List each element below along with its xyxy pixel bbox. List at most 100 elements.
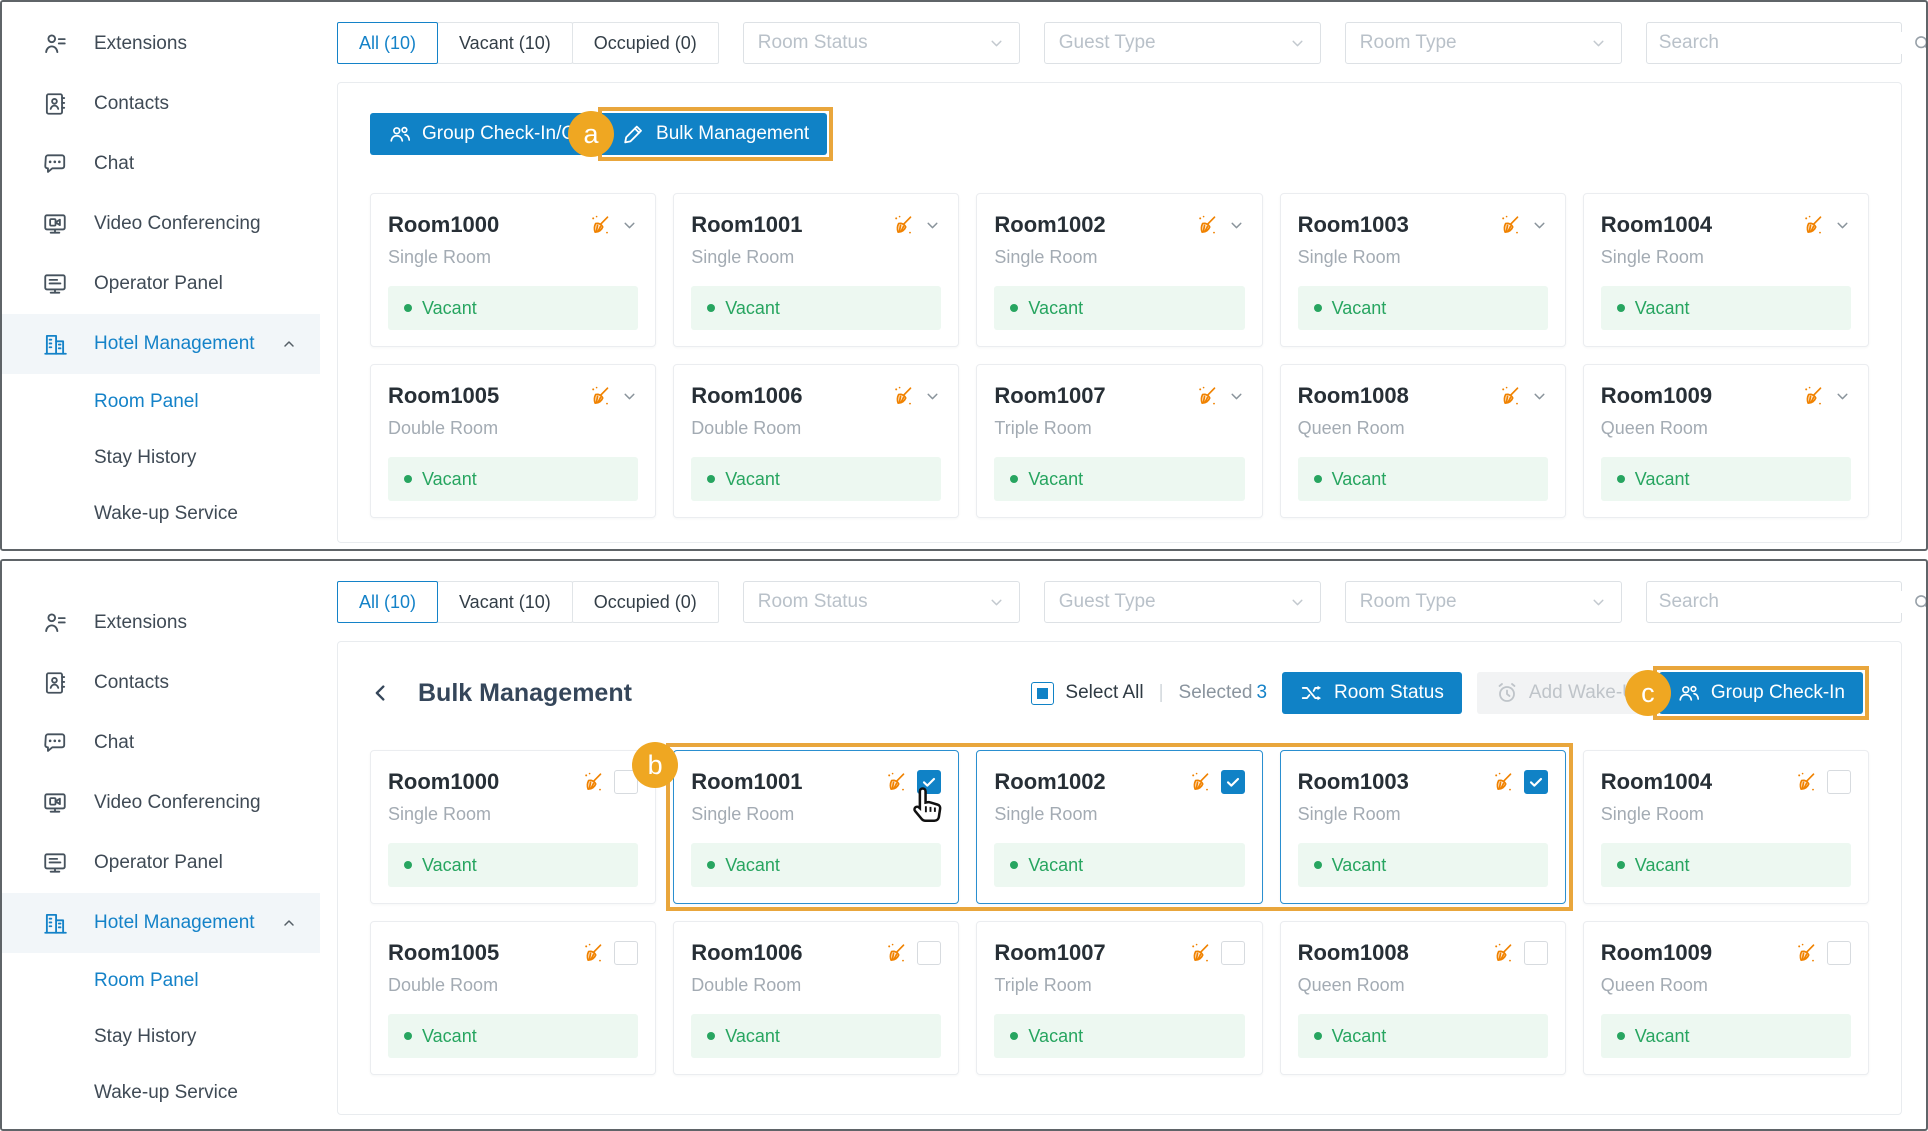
cleaning-broom-icon[interactable]	[588, 213, 612, 237]
chat-icon	[42, 151, 68, 177]
sidebar-subitem-wake-up-service[interactable]: Wake-up Service	[2, 486, 320, 542]
cleaning-broom-icon[interactable]	[1491, 941, 1515, 965]
cleaning-broom-icon[interactable]	[1195, 384, 1219, 408]
cleaning-broom-icon[interactable]	[1195, 213, 1219, 237]
group-check-in-button[interactable]: Group Check-In	[1659, 672, 1863, 714]
status-dot-icon	[1010, 304, 1018, 312]
cleaning-broom-icon[interactable]	[884, 770, 908, 794]
sidebar-subitem-stay-history[interactable]: Stay History	[2, 430, 320, 486]
sidebar-subitem-wake-up-service[interactable]: Wake-up Service	[2, 1065, 320, 1121]
sidebar-subitem-stay-history[interactable]: Stay History	[2, 1009, 320, 1065]
cleaning-broom-icon[interactable]	[1498, 213, 1522, 237]
room-card-grid: Room1000 Single Room Vacant Room1001 Sin…	[370, 750, 1869, 1075]
sidebar-item-video-conferencing[interactable]: Video Conferencing	[2, 773, 320, 833]
room-type-dropdown[interactable]: Room Type	[1345, 581, 1622, 623]
chevron-down-icon[interactable]	[924, 217, 941, 234]
tab-vacant[interactable]: Vacant (10)	[437, 22, 573, 64]
alarm-clock-icon	[1495, 681, 1519, 705]
status-dot-icon	[707, 861, 715, 869]
chevron-down-icon	[1590, 594, 1607, 611]
sidebar-item-hotel-management[interactable]: Hotel Management	[2, 314, 320, 374]
cleaning-broom-icon[interactable]	[1498, 384, 1522, 408]
sidebar-item-video-conferencing[interactable]: Video Conferencing	[2, 194, 320, 254]
chevron-down-icon[interactable]	[1228, 217, 1245, 234]
select-all-checkbox[interactable]: Select All	[1031, 682, 1143, 705]
search-box	[1646, 22, 1902, 64]
room-select-checkbox[interactable]	[1524, 941, 1548, 965]
sidebar-item-chat[interactable]: Chat	[2, 713, 320, 773]
action-buttons-row: Group Check-In/Out a Bulk Management	[370, 107, 1869, 161]
cleaning-broom-icon[interactable]	[1794, 770, 1818, 794]
room-card-room1004: Room1004 Single Room Vacant	[1583, 193, 1869, 347]
room-status-dropdown[interactable]: Room Status	[743, 22, 1020, 64]
room-status-badge: Vacant	[1601, 286, 1851, 330]
room-status-badge: Vacant	[1601, 1014, 1851, 1058]
tab-occupied[interactable]: Occupied (0)	[572, 581, 719, 623]
cleaning-broom-icon[interactable]	[1188, 770, 1212, 794]
room-type: Single Room	[1298, 247, 1548, 268]
cleaning-broom-icon[interactable]	[581, 941, 605, 965]
sidebar-item-extensions[interactable]: Extensions	[2, 593, 320, 653]
tab-all[interactable]: All (10)	[337, 581, 438, 623]
sidebar-item-contacts[interactable]: Contacts	[2, 653, 320, 713]
tab-all[interactable]: All (10)	[337, 22, 438, 64]
chevron-down-icon[interactable]	[1834, 388, 1851, 405]
divider: |	[1159, 682, 1164, 704]
search-input[interactable]	[1659, 32, 1904, 54]
tab-occupied[interactable]: Occupied (0)	[572, 22, 719, 64]
cleaning-broom-icon[interactable]	[891, 213, 915, 237]
room-name: Room1002	[994, 212, 1185, 238]
back-chevron-icon[interactable]	[370, 682, 392, 704]
chevron-down-icon[interactable]	[621, 217, 638, 234]
sidebar-subitem-room-panel[interactable]: Room Panel	[2, 374, 320, 430]
cleaning-broom-icon[interactable]	[588, 384, 612, 408]
cleaning-broom-icon[interactable]	[1491, 770, 1515, 794]
room-type: Double Room	[388, 975, 638, 996]
room-type: Single Room	[994, 804, 1244, 825]
room-card-room1001: Room1001 Single Room Vacant	[673, 750, 959, 904]
room-status-button[interactable]: Room Status	[1282, 672, 1462, 714]
cleaning-broom-icon[interactable]	[1794, 941, 1818, 965]
room-type-dropdown[interactable]: Room Type	[1345, 22, 1622, 64]
search-input[interactable]	[1659, 591, 1904, 613]
search-icon[interactable]	[1912, 33, 1928, 54]
guest-type-dropdown[interactable]: Guest Type	[1044, 22, 1321, 64]
hotel-management-icon	[42, 910, 68, 936]
chevron-down-icon[interactable]	[621, 388, 638, 405]
room-status-dropdown[interactable]: Room Status	[743, 581, 1020, 623]
room-name: Room1000	[388, 212, 579, 238]
sidebar-item-operator-panel[interactable]: Operator Panel	[2, 254, 320, 314]
room-select-checkbox[interactable]	[917, 770, 941, 794]
cleaning-broom-icon[interactable]	[1801, 213, 1825, 237]
guest-type-dropdown[interactable]: Guest Type	[1044, 581, 1321, 623]
sidebar-item-contacts[interactable]: Contacts	[2, 74, 320, 134]
bulk-management-button[interactable]: Bulk Management	[604, 113, 827, 155]
room-select-checkbox[interactable]	[614, 941, 638, 965]
room-select-checkbox[interactable]	[1827, 770, 1851, 794]
chevron-down-icon[interactable]	[1228, 388, 1245, 405]
room-select-checkbox[interactable]	[1221, 770, 1245, 794]
sidebar-item-operator-panel[interactable]: Operator Panel	[2, 833, 320, 893]
room-select-checkbox[interactable]	[1221, 941, 1245, 965]
cleaning-broom-icon[interactable]	[1801, 384, 1825, 408]
sidebar-item-hotel-management[interactable]: Hotel Management	[2, 893, 320, 953]
sidebar-item-extensions[interactable]: Extensions	[2, 14, 320, 74]
chevron-down-icon[interactable]	[924, 388, 941, 405]
room-select-checkbox[interactable]	[614, 770, 638, 794]
room-select-checkbox[interactable]	[1827, 941, 1851, 965]
chevron-down-icon[interactable]	[1531, 388, 1548, 405]
room-select-checkbox[interactable]	[917, 941, 941, 965]
sidebar-item-chat[interactable]: Chat	[2, 134, 320, 194]
cleaning-broom-icon[interactable]	[1188, 941, 1212, 965]
chevron-down-icon[interactable]	[1834, 217, 1851, 234]
sidebar-subitem-room-panel[interactable]: Room Panel	[2, 953, 320, 1009]
cleaning-broom-icon[interactable]	[581, 770, 605, 794]
cleaning-broom-icon[interactable]	[891, 384, 915, 408]
chevron-down-icon[interactable]	[1531, 217, 1548, 234]
room-select-checkbox[interactable]	[1524, 770, 1548, 794]
room-status-badge: Vacant	[1601, 843, 1851, 887]
room-type: Queen Room	[1601, 418, 1851, 439]
cleaning-broom-icon[interactable]	[884, 941, 908, 965]
search-icon[interactable]	[1912, 592, 1928, 613]
tab-vacant[interactable]: Vacant (10)	[437, 581, 573, 623]
